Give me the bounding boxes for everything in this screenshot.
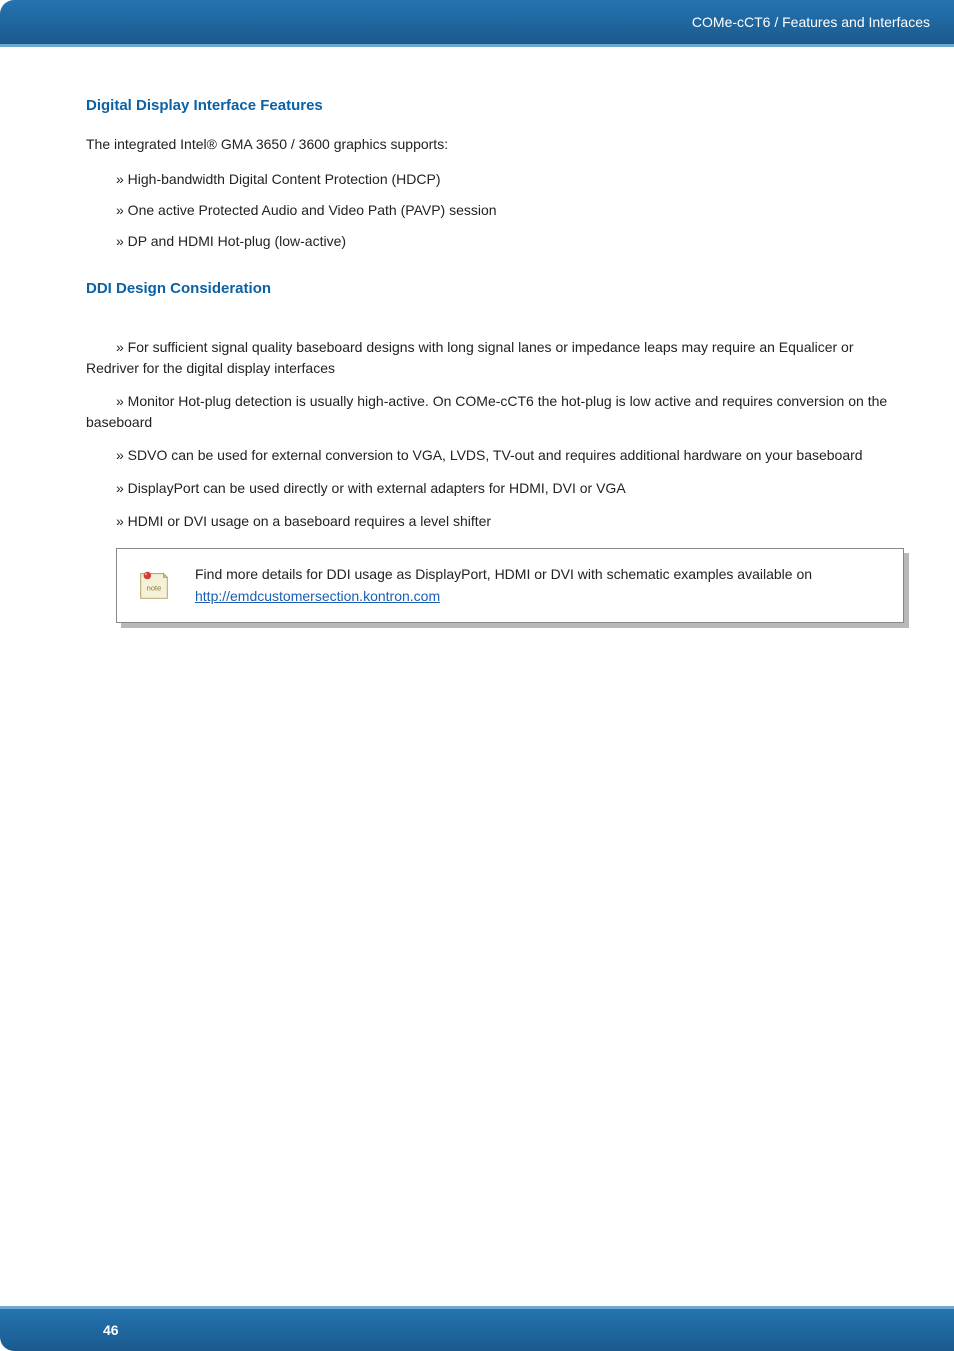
section1-intro: The integrated Intel® GMA 3650 / 3600 gr…	[86, 134, 904, 155]
note-box-inner: note Find more details for DDI usage as …	[116, 548, 904, 623]
section1-title: Digital Display Interface Features	[86, 95, 904, 118]
paragraph-item: » DisplayPort can be used directly or wi…	[116, 478, 904, 499]
paragraph-item: » SDVO can be used for external conversi…	[116, 445, 904, 466]
paragraph-item: » Monitor Hot-plug detection is usually …	[86, 391, 904, 433]
list-item: » High-bandwidth Digital Content Protect…	[116, 169, 904, 190]
paragraph-text: » For sufficient signal quality baseboar…	[86, 337, 904, 379]
note-icon: note	[135, 566, 173, 604]
paragraph-item: » HDMI or DVI usage on a baseboard requi…	[116, 511, 904, 532]
page-number: 46	[103, 1322, 119, 1338]
paragraph-text: » Monitor Hot-plug detection is usually …	[86, 391, 904, 433]
section1-bullet-list: » High-bandwidth Digital Content Protect…	[116, 169, 904, 252]
section2-title: DDI Design Consideration	[86, 278, 904, 301]
note-box: note Find more details for DDI usage as …	[116, 548, 904, 623]
main-content: Digital Display Interface Features The i…	[0, 47, 954, 623]
note-link[interactable]: http://emdcustomersection.kontron.com	[195, 588, 440, 604]
section2: DDI Design Consideration » For sufficien…	[86, 278, 904, 623]
list-item: » One active Protected Audio and Video P…	[116, 200, 904, 221]
svg-text:note: note	[147, 584, 162, 593]
note-text-before: Find more details for DDI usage as Displ…	[195, 566, 812, 582]
footer-bar: 46	[0, 1309, 954, 1351]
breadcrumb: COMe-cCT6 / Features and Interfaces	[692, 14, 930, 30]
note-text: Find more details for DDI usage as Displ…	[195, 563, 885, 608]
paragraph-item: » For sufficient signal quality baseboar…	[86, 316, 904, 379]
list-item: » DP and HDMI Hot-plug (low-active)	[116, 231, 904, 252]
header-bar: COMe-cCT6 / Features and Interfaces	[0, 0, 954, 44]
